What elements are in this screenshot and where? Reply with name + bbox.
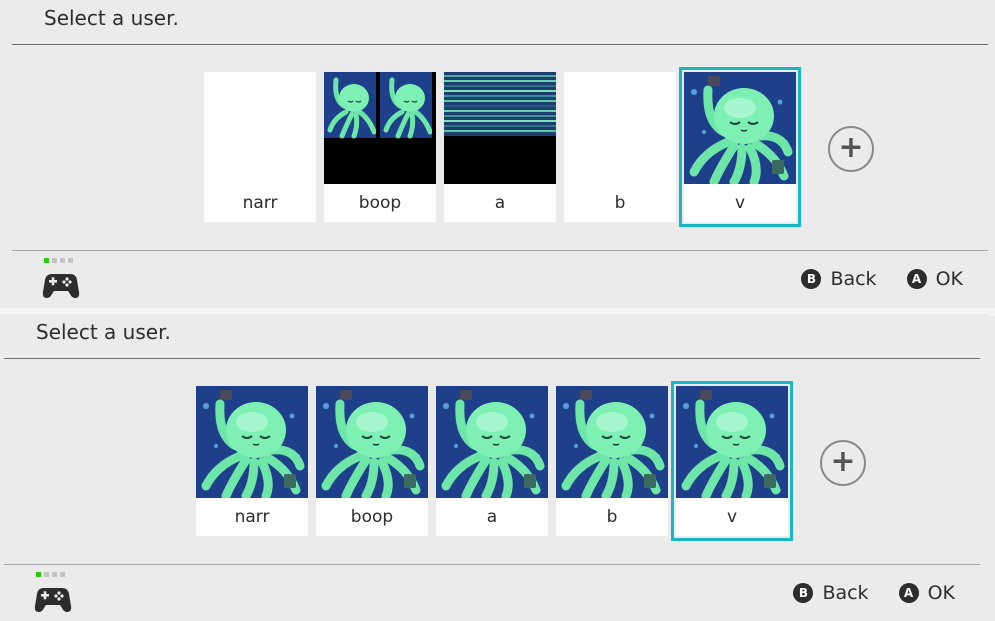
footer-actions: B Back A OK [771, 268, 963, 290]
plus-icon: + [838, 130, 864, 165]
footer-divider [12, 250, 988, 251]
page-title: Select a user. [36, 320, 171, 344]
user-name: boop [350, 507, 394, 527]
user-tile-b[interactable]: b [564, 72, 676, 222]
gamepad-icon [42, 274, 80, 298]
user-tile-boop[interactable]: boop [324, 72, 436, 222]
user-name: b [614, 193, 626, 213]
user-avatar-blank [564, 72, 676, 184]
back-button[interactable]: B Back [801, 268, 877, 290]
back-label: Back [830, 268, 877, 290]
page-title: Select a user. [44, 6, 179, 30]
user-avatar-octopus [196, 386, 308, 498]
user-name: a [494, 193, 506, 213]
b-button-icon: B [801, 269, 822, 289]
back-label: Back [822, 582, 869, 604]
gamepad-icon [34, 588, 72, 612]
user-select-screen-1: Select a user. narr boop a b v + B Back … [0, 0, 995, 310]
user-avatar-blank [204, 72, 316, 184]
ok-button[interactable]: A OK [906, 268, 963, 290]
user-select-screen-2: Select a user. narr boop a b v + B Back … [0, 314, 987, 621]
controller-indicator [32, 572, 72, 612]
add-user-button[interactable]: + [820, 440, 866, 486]
footer-divider [4, 564, 980, 565]
user-name: b [606, 507, 618, 527]
user-tile-v-selected[interactable]: v [671, 381, 793, 541]
user-tile-narr[interactable]: narr [204, 72, 316, 222]
back-button[interactable]: B Back [793, 582, 869, 604]
header-divider [12, 44, 988, 45]
b-button-icon: B [793, 583, 814, 603]
user-name: narr [242, 193, 278, 213]
plus-icon: + [830, 444, 856, 479]
user-name: a [486, 507, 498, 527]
controller-indicator [40, 258, 80, 298]
a-button-icon: A [906, 269, 927, 289]
user-tile-narr[interactable]: narr [196, 386, 308, 536]
add-user-button[interactable]: + [828, 126, 874, 172]
user-name: boop [358, 193, 402, 213]
user-avatar-octopus [316, 386, 428, 498]
user-name: v [734, 193, 746, 213]
user-tile-boop[interactable]: boop [316, 386, 428, 536]
user-avatar-octopus [436, 386, 548, 498]
a-button-icon: A [898, 583, 919, 603]
user-tile-a[interactable]: a [444, 72, 556, 222]
user-tile-v-selected[interactable]: v [679, 67, 801, 227]
user-avatar-octopus [684, 72, 796, 184]
ok-label: OK [935, 268, 963, 290]
user-avatar-glitch [444, 72, 556, 184]
user-name: narr [234, 507, 270, 527]
header-divider [4, 358, 980, 359]
user-name: v [726, 507, 738, 527]
user-tile-b[interactable]: b [556, 386, 668, 536]
user-tile-a[interactable]: a [436, 386, 548, 536]
ok-button[interactable]: A OK [898, 582, 955, 604]
ok-label: OK [927, 582, 955, 604]
footer-actions: B Back A OK [763, 582, 955, 604]
user-avatar-split-octopus [324, 72, 436, 184]
user-avatar-octopus [676, 386, 788, 498]
user-avatar-octopus [556, 386, 668, 498]
